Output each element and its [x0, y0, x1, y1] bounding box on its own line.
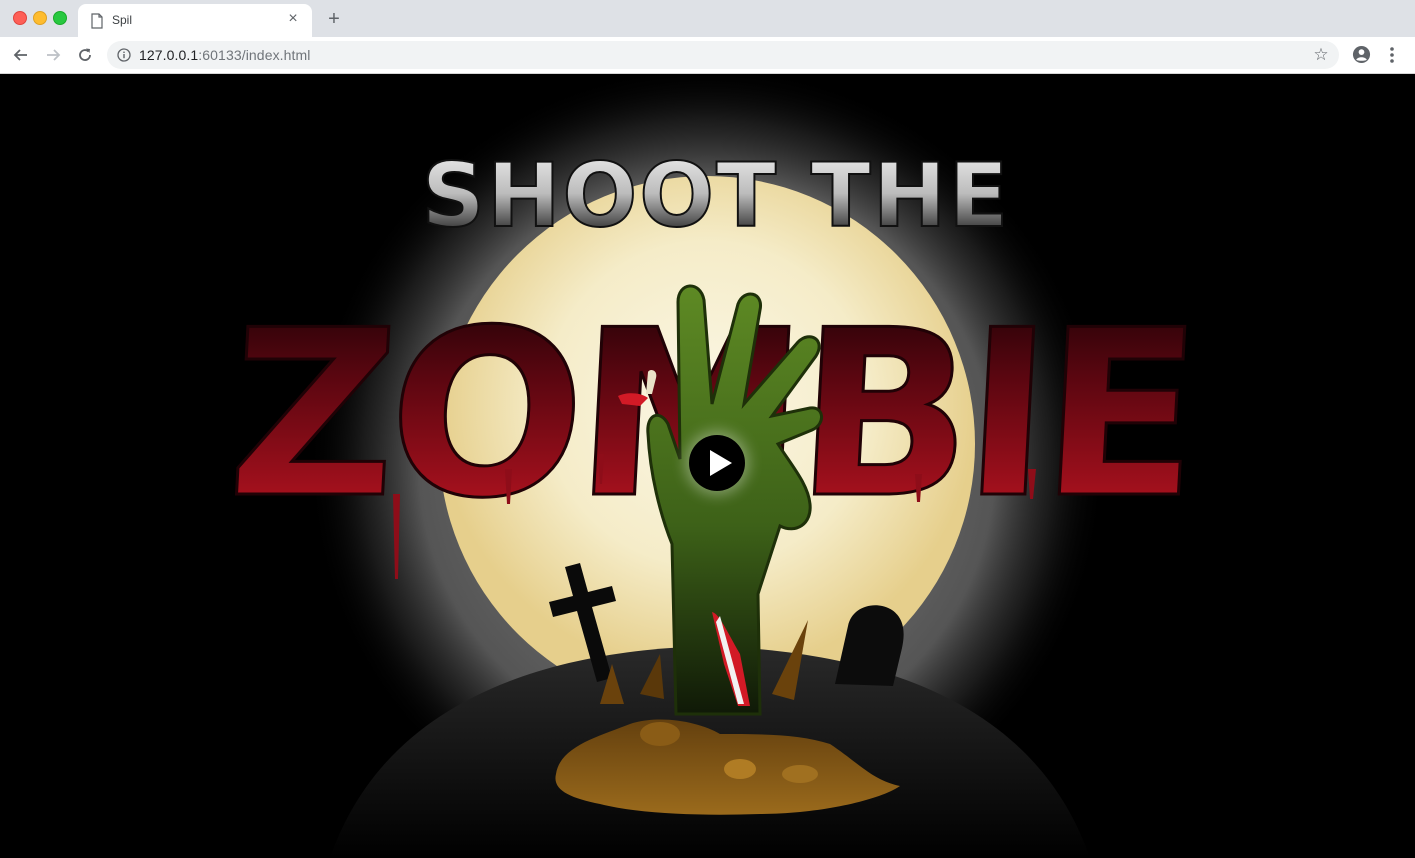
new-tab-button[interactable]: + — [324, 8, 344, 30]
reload-icon — [79, 48, 91, 61]
menu-icon[interactable] — [1384, 43, 1400, 67]
forward-icon — [47, 49, 61, 61]
title-line1: SHOOT THE — [421, 144, 1010, 247]
minimize-window-button[interactable] — [33, 11, 47, 25]
browser-window: Spil × + 127.0.0.1:60133/index.html ☆ SH… — [0, 0, 1415, 858]
browser-titlebar: Spil × + — [0, 0, 1415, 37]
back-button[interactable] — [9, 43, 33, 67]
url-host: 127.0.0.1 — [139, 47, 199, 63]
page-icon — [91, 13, 103, 29]
address-bar[interactable]: 127.0.0.1:60133/index.html ☆ — [107, 41, 1339, 69]
url-text: 127.0.0.1:60133/index.html — [139, 47, 311, 63]
bookmark-star-icon[interactable]: ☆ — [1311, 45, 1331, 65]
play-icon — [710, 450, 732, 476]
close-tab-icon[interactable]: × — [284, 10, 302, 28]
game-canvas[interactable]: SHOOT THE ZOMBIE — [0, 74, 1415, 858]
close-window-button[interactable] — [13, 11, 27, 25]
url-path: :60133/index.html — [198, 47, 311, 63]
info-icon[interactable] — [117, 48, 131, 62]
reload-button[interactable] — [73, 43, 97, 67]
back-icon — [13, 49, 27, 61]
tab-title: Spil — [112, 13, 133, 27]
profile-icon[interactable] — [1352, 45, 1371, 64]
browser-toolbar: 127.0.0.1:60133/index.html ☆ — [0, 37, 1415, 74]
browser-tab[interactable]: Spil × — [78, 4, 312, 37]
maximize-window-button[interactable] — [53, 11, 67, 25]
forward-button[interactable] — [41, 43, 65, 67]
play-button[interactable] — [689, 435, 745, 491]
